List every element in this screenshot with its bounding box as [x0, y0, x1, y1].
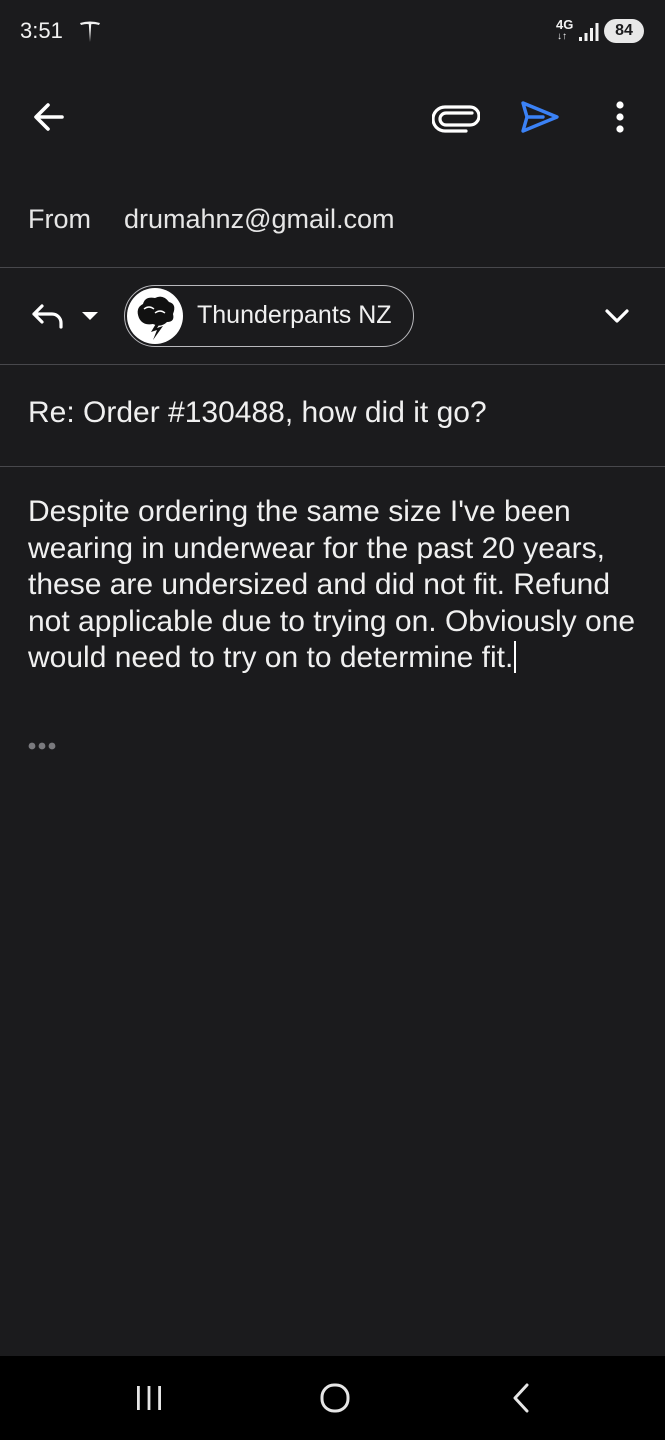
reply-icon[interactable] [28, 300, 68, 332]
system-nav-bar [0, 1356, 665, 1440]
message-body[interactable]: Despite ordering the same size I've been… [28, 494, 638, 677]
status-bar: 3:51 4G ↓↑ 84 [0, 0, 665, 64]
send-icon[interactable] [515, 94, 563, 140]
recipient-name: Thunderpants NZ [197, 301, 392, 329]
reply-dropdown-icon[interactable] [78, 306, 102, 326]
chevron-down-icon[interactable] [598, 298, 636, 334]
home-icon[interactable] [316, 1380, 354, 1416]
avatar [127, 288, 183, 344]
status-time: 3:51 [20, 18, 63, 43]
show-quoted-text-icon[interactable] [26, 738, 60, 754]
recents-icon[interactable] [132, 1382, 166, 1414]
battery-indicator: 84 [604, 19, 644, 43]
attachment-icon[interactable] [432, 94, 480, 140]
network-label: 4G [556, 17, 574, 32]
tesla-icon [80, 21, 100, 42]
back-icon[interactable] [506, 1380, 536, 1416]
subject-field[interactable]: Re: Order #130488, how did it go? [28, 396, 487, 430]
text-cursor [514, 641, 517, 673]
from-row[interactable]: From drumahnz@gmail.com [0, 172, 665, 268]
message-body-text: Despite ordering the same size I've been… [28, 495, 636, 674]
to-row: Thunderpants NZ [0, 268, 665, 364]
from-account[interactable]: drumahnz@gmail.com [124, 204, 395, 235]
from-label: From [28, 204, 91, 234]
arrow-back-icon[interactable] [26, 94, 72, 140]
more-vert-icon[interactable] [598, 94, 642, 140]
divider [0, 364, 665, 365]
signal-bars-icon [579, 23, 599, 41]
divider [0, 466, 665, 467]
compose-toolbar [0, 80, 665, 152]
thunderpants-logo [128, 289, 182, 343]
network-activity: ↓↑ [557, 31, 567, 42]
recipient-chip[interactable]: Thunderpants NZ [124, 285, 414, 347]
